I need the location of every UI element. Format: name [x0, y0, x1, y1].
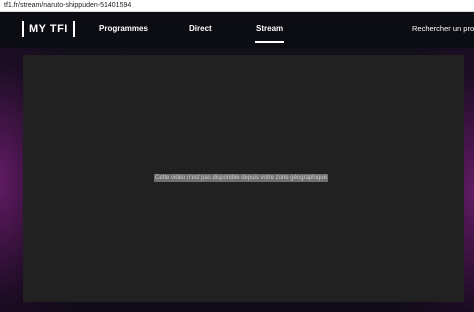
top-navigation: MY TFI Programmes Direct Stream Recherch… — [0, 12, 474, 48]
logo-right-bar — [72, 21, 75, 37]
video-player[interactable]: Cette vidéo n'est pas disponible depuis … — [23, 55, 464, 302]
nav-item-direct[interactable]: Direct — [189, 23, 212, 35]
tf1-logo[interactable]: MY TFI — [22, 21, 75, 37]
url-text[interactable]: tf1.fr/stream/naruto-shippuden-51401594 — [4, 0, 131, 11]
page: MY TFI Programmes Direct Stream Recherch… — [0, 12, 474, 312]
search-link[interactable]: Rechercher un progra — [412, 23, 474, 35]
nav-item-stream[interactable]: Stream — [256, 23, 283, 35]
active-tab-indicator — [255, 41, 284, 43]
browser-address-bar[interactable]: tf1.fr/stream/naruto-shippuden-51401594 — [0, 0, 474, 12]
nav-item-programmes[interactable]: Programmes — [99, 23, 148, 35]
logo-text: MY TFI — [29, 23, 68, 35]
geo-restriction-message: Cette vidéo n'est pas disponible depuis … — [154, 174, 328, 182]
